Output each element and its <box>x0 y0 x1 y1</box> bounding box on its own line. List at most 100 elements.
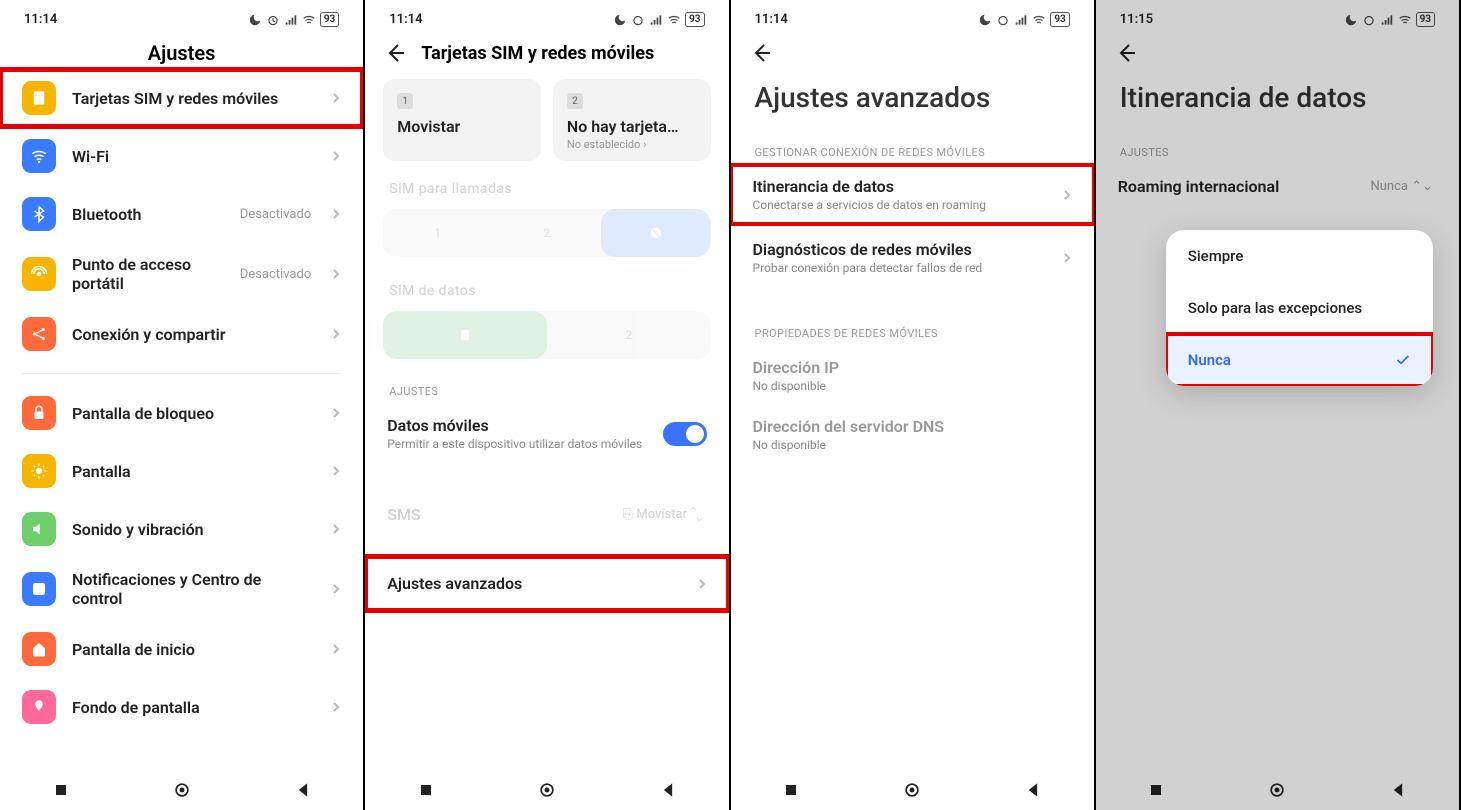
row-sub: Probar conexión para detectar fallos de … <box>753 261 1046 275</box>
row-hotspot[interactable]: Punto de acceso portátil Desactivado <box>0 243 363 305</box>
sound-icon <box>22 512 56 546</box>
row-label: Wi-Fi <box>72 147 315 166</box>
hotspot-icon <box>22 257 56 291</box>
row-label: Conexión y compartir <box>72 325 315 344</box>
row-wallpaper[interactable]: Fondo de pantalla <box>0 678 363 736</box>
home-button-icon[interactable] <box>1267 780 1287 800</box>
data-sim-selector[interactable]: 2 <box>383 311 710 359</box>
notifications-icon <box>22 572 56 606</box>
sim-icon <box>22 81 56 115</box>
row-wifi[interactable]: Wi-Fi <box>0 127 363 185</box>
row-value: ⎘ Movistar ⌃⌄ <box>623 507 703 522</box>
mobile-data-toggle[interactable] <box>663 422 707 446</box>
chevron-right-icon <box>331 524 341 534</box>
row-notifications[interactable]: Notificaciones y Centro de control <box>0 558 363 620</box>
popup-option-never[interactable]: Nunca <box>1166 334 1433 386</box>
row-sound[interactable]: Sonido y vibración <box>0 500 363 558</box>
alarm-icon <box>631 13 645 27</box>
sim-cards-row: 1 Movistar 2 No hay tarjeta… No establec… <box>365 69 728 171</box>
chevron-right-icon <box>331 408 341 418</box>
row-label: Pantalla de inicio <box>72 640 315 659</box>
row-advanced-settings[interactable]: Ajustes avanzados <box>365 556 728 611</box>
section-label-manage: GESTIONAR CONEXIÓN DE REDES MÓVILES <box>731 126 1094 165</box>
option-label: Solo para las excepciones <box>1188 299 1362 317</box>
sim-card-1[interactable]: 1 Movistar <box>383 79 541 161</box>
moon-icon <box>978 13 992 27</box>
home-button-icon[interactable] <box>172 780 192 800</box>
popup-option-exceptions[interactable]: Solo para las excepciones <box>1166 282 1433 334</box>
check-icon <box>1395 352 1411 368</box>
signal-icon <box>1380 13 1394 27</box>
row-sub: Conectarse a servicios de datos en roami… <box>753 198 1046 212</box>
row-home[interactable]: Pantalla de inicio <box>0 620 363 678</box>
home-button-icon[interactable] <box>902 780 922 800</box>
status-time: 11:14 <box>24 12 57 27</box>
status-icons: 93 <box>613 12 704 27</box>
recent-apps-icon[interactable] <box>1146 780 1166 800</box>
back-button-icon[interactable] <box>658 780 678 800</box>
sim-card-2[interactable]: 2 No hay tarjeta… No establecido › <box>553 79 711 161</box>
battery-indicator: 93 <box>685 12 704 27</box>
chevron-right-icon <box>331 151 341 161</box>
chevron-right-icon <box>1062 190 1072 200</box>
back-icon[interactable] <box>383 41 407 65</box>
screen-sim-networks: 11:14 93 Tarjetas SIM y redes móviles 1 … <box>365 0 730 810</box>
section-label: AJUSTES <box>1096 126 1459 165</box>
status-time: 11:15 <box>1120 12 1153 27</box>
popup-option-always[interactable]: Siempre <box>1166 230 1433 282</box>
row-diagnostics[interactable]: Diagnósticos de redes móviles Probar con… <box>731 224 1094 287</box>
roaming-popup: Siempre Solo para las excepciones Nunca <box>1166 230 1433 386</box>
status-icons: 93 <box>248 12 339 27</box>
header: Ajustes <box>0 31 363 69</box>
row-label: Punto de acceso portátil <box>72 255 224 293</box>
navbar <box>0 766 363 810</box>
row-sim-networks[interactable]: Tarjetas SIM y redes móviles <box>0 69 363 127</box>
recent-apps-icon[interactable] <box>781 780 801 800</box>
chevron-right-icon <box>331 209 341 219</box>
header: Tarjetas SIM y redes móviles <box>365 31 728 69</box>
row-sub: Permitir a este dispositivo utilizar dat… <box>387 437 646 451</box>
lock-icon <box>22 396 56 430</box>
row-label: Bluetooth <box>72 205 224 224</box>
row-dns: Dirección del servidor DNS No disponible <box>731 405 1094 464</box>
recent-apps-icon[interactable] <box>51 780 71 800</box>
sim-badge: 2 <box>567 93 583 109</box>
sun-icon <box>22 454 56 488</box>
share-icon <box>22 317 56 351</box>
page-title: Ajustes avanzados <box>731 65 1094 126</box>
signal-icon <box>1014 13 1028 27</box>
status-icons: 93 <box>1344 12 1435 27</box>
chevron-right-icon <box>331 584 341 594</box>
signal-icon <box>284 13 298 27</box>
status-icons: 93 <box>978 12 1069 27</box>
navbar <box>1096 766 1459 810</box>
row-mobile-data[interactable]: Datos móviles Permitir a este dispositiv… <box>365 404 728 463</box>
row-display[interactable]: Pantalla <box>0 442 363 500</box>
bluetooth-icon <box>22 197 56 231</box>
section-label-calls: SIM para llamadas <box>365 171 728 203</box>
back-button-icon[interactable] <box>1023 780 1043 800</box>
row-data-roaming[interactable]: Itinerancia de datos Conectarse a servic… <box>731 165 1094 224</box>
recent-apps-icon[interactable] <box>416 780 436 800</box>
alarm-icon <box>1362 13 1376 27</box>
back-button-icon[interactable] <box>293 780 313 800</box>
row-connect-share[interactable]: Conexión y compartir <box>0 305 363 363</box>
row-label: Pantalla de bloqueo <box>72 404 315 423</box>
moon-icon <box>1344 13 1358 27</box>
row-value: Desactivado <box>240 207 311 222</box>
sim-badge: 1 <box>397 93 413 109</box>
back-button-icon[interactable] <box>1388 780 1408 800</box>
row-intl-roaming[interactable]: Roaming internacional Nunca ⌃⌄ <box>1096 165 1459 208</box>
chevron-right-icon <box>331 466 341 476</box>
row-lockscreen[interactable]: Pantalla de bloqueo <box>0 384 363 442</box>
header <box>731 31 1094 65</box>
row-label: Dirección IP <box>753 358 1072 377</box>
row-bluetooth[interactable]: Bluetooth Desactivado <box>0 185 363 243</box>
home-button-icon[interactable] <box>537 780 557 800</box>
back-icon[interactable] <box>1114 41 1138 65</box>
call-sim-selector[interactable]: 1 2 <box>383 209 710 257</box>
row-sms[interactable]: SMS ⎘ Movistar ⌃⌄ <box>365 493 728 536</box>
back-icon[interactable] <box>749 41 773 65</box>
navbar <box>365 766 728 810</box>
row-label: Notificaciones y Centro de control <box>72 570 315 608</box>
